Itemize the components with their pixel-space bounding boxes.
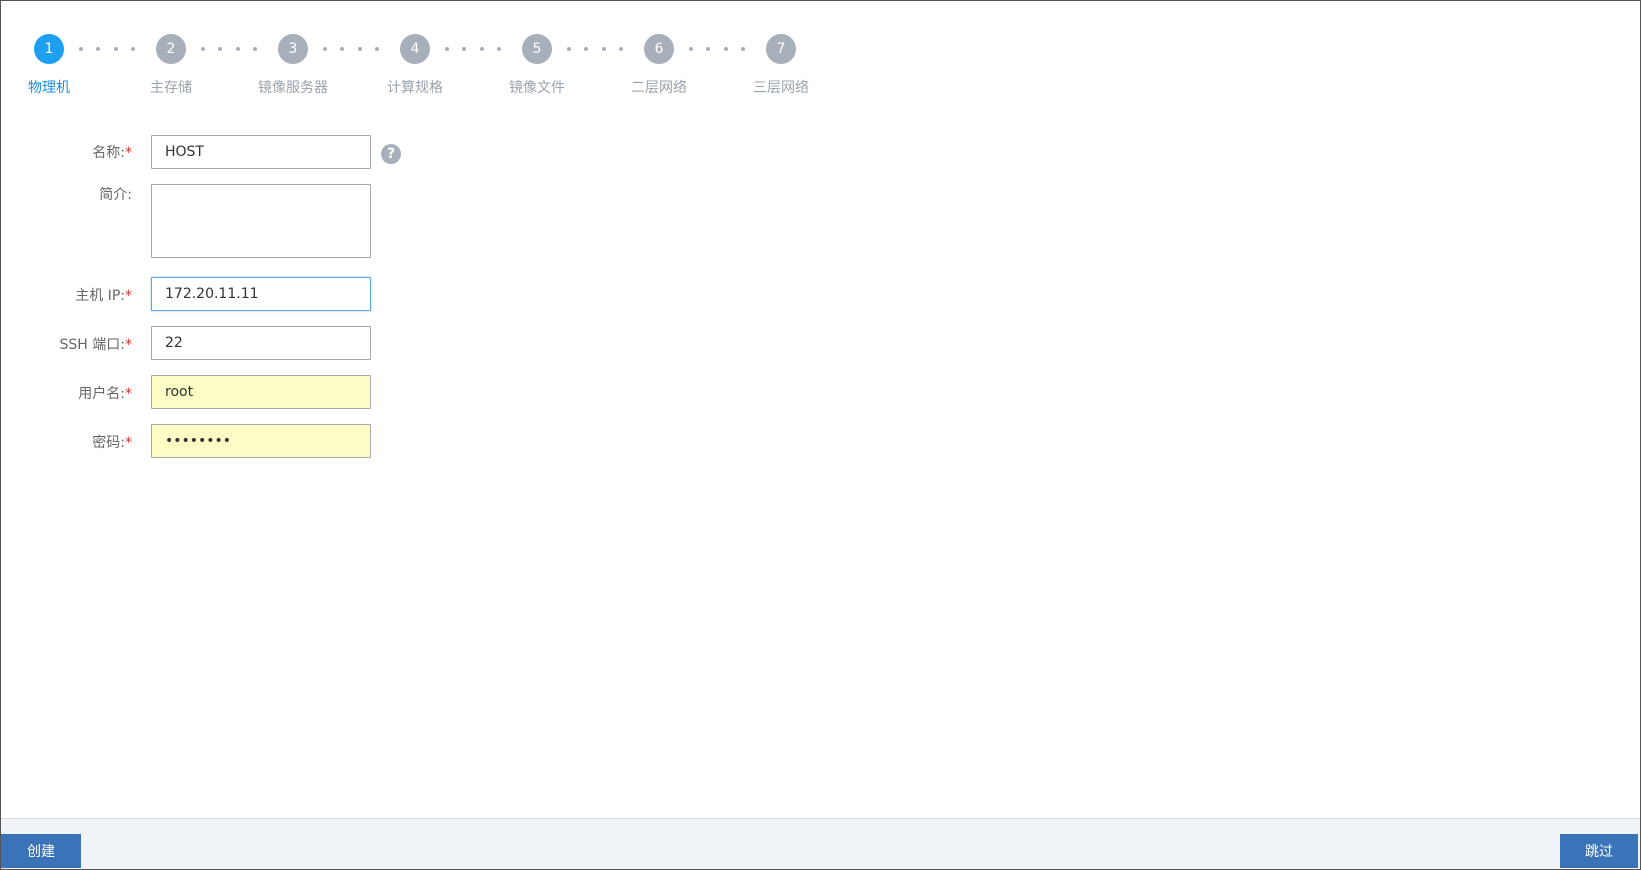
step-label: 镜像文件 [509,80,565,96]
ssh-port-label: SSH 端口:* [59,337,132,353]
username-input[interactable] [151,375,371,409]
host-ip-input[interactable] [151,277,371,311]
step-number: 2 [156,34,186,64]
connector-dot [689,47,693,51]
step-label: 物理机 [28,80,70,96]
connector-dot [584,47,589,51]
ssh-port-input[interactable] [151,326,371,360]
step-5-image-file[interactable]: 5 镜像文件 [482,34,592,97]
connector-dot [201,47,205,51]
step-label: 镜像服务器 [258,80,328,96]
step-number: 1 [34,34,64,64]
password-label: 密码:* [92,435,132,451]
skip-button[interactable]: 跳过 [1560,834,1638,868]
step-label: 计算规格 [387,80,443,96]
name-label: 名称:* [92,145,132,161]
step-number: 6 [644,34,674,64]
connector-dot [462,47,467,51]
step-3-image-server[interactable]: 3 镜像服务器 [238,34,348,97]
step-number: 5 [522,34,552,64]
connector-dot [445,47,449,51]
step-number: 4 [400,34,430,64]
description-textarea[interactable] [151,184,371,258]
connector-dot [567,47,571,51]
step-6-l2-network[interactable]: 6 二层网络 [604,34,714,97]
connector-dot [96,47,101,51]
step-1-physical-host[interactable]: 1 物理机 [0,34,104,97]
connector-dot [218,47,223,51]
step-label: 二层网络 [631,80,687,96]
step-7-l3-network[interactable]: 7 三层网络 [726,34,836,97]
connector-dot [340,47,345,51]
question-circle-icon[interactable]: ? [381,144,401,164]
step-label: 三层网络 [753,80,809,96]
wizard-steps: 1 物理机 2 主存储 3 镜像服务器 4 计算规格 5 镜像文件 6 二层网络… [1,1,901,111]
name-input[interactable] [151,135,371,169]
step-label: 主存储 [150,80,192,96]
wizard-window: 1 物理机 2 主存储 3 镜像服务器 4 计算规格 5 镜像文件 6 二层网络… [0,0,1641,870]
connector-dot [323,47,327,51]
step-number: 3 [278,34,308,64]
host-ip-label: 主机 IP:* [75,288,132,304]
step-4-compute-offering[interactable]: 4 计算规格 [360,34,470,97]
connector-dot [79,47,83,51]
step-2-primary-storage[interactable]: 2 主存储 [116,34,226,97]
connector-dot [706,47,711,51]
password-input[interactable] [151,424,371,458]
create-button[interactable]: 创建 [1,834,81,868]
description-label: 简介: [99,187,132,203]
wizard-footer: 创建 跳过 [1,818,1640,869]
step-number: 7 [766,34,796,64]
username-label: 用户名:* [78,386,132,402]
